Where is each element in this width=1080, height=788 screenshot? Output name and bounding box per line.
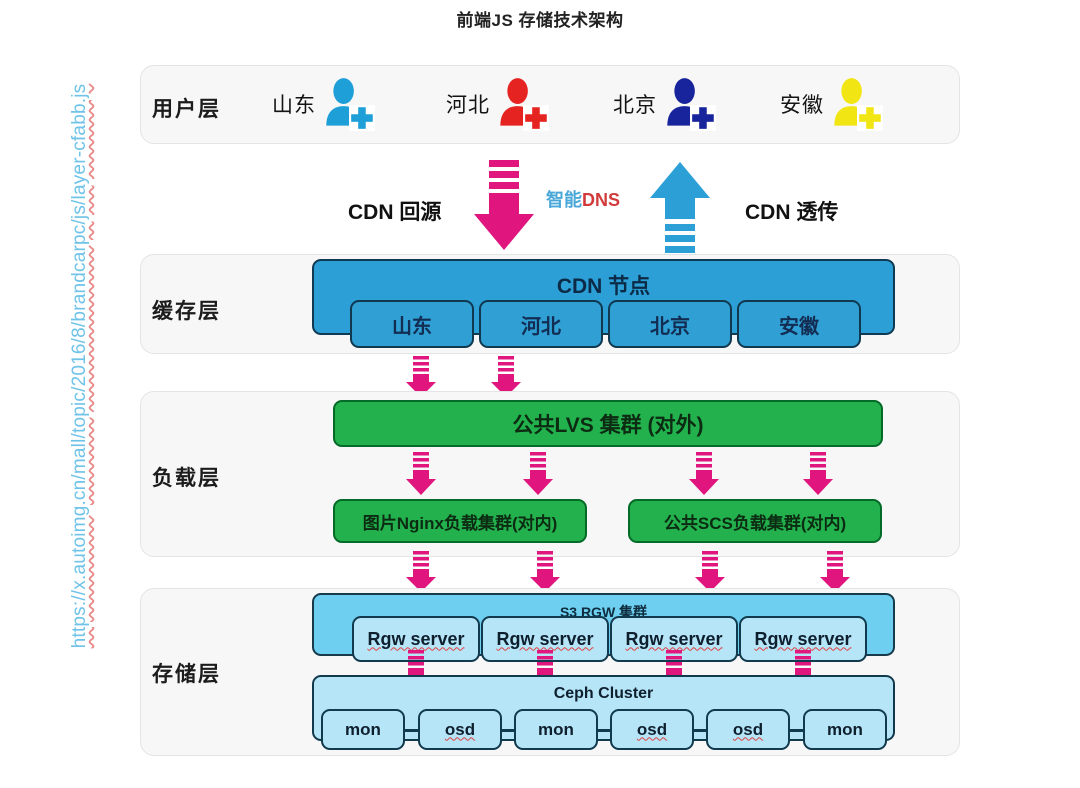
- ceph-node-label: mon: [538, 719, 574, 739]
- cdn-node-anhui[interactable]: 安徽: [737, 300, 861, 348]
- user-region-label: 北京: [613, 93, 657, 117]
- load-layer-label: 负载层: [152, 466, 221, 490]
- rgw-server-label: Rgw server: [625, 628, 723, 649]
- user-item-hebei: 河北: [446, 77, 550, 131]
- smart-dns-cn: 智能: [546, 190, 582, 210]
- flow-arrow-lvs-to-scs: [689, 452, 719, 495]
- page-title: 前端JS 存储技术架构: [456, 11, 624, 30]
- public-scs-cluster-label: 公共SCS负载集群(对内): [663, 513, 847, 533]
- diagram-canvas: 前端JS 存储技术架构 https://x.autoimg.cn/mall/to…: [0, 0, 1080, 788]
- flow-arrow-load-to-storage: [406, 551, 436, 592]
- cdn-node-sub-label: 河北: [521, 315, 561, 338]
- cdn-node-sub-label: 安徽: [779, 315, 819, 338]
- flow-arrow-lvs-to-scs: [803, 452, 833, 495]
- ceph-node-box[interactable]: osd: [706, 709, 790, 750]
- cache-layer-label: 缓存层: [152, 299, 221, 323]
- user-add-icon: [667, 78, 716, 131]
- cdn-node-sub-label: 山东: [392, 315, 432, 338]
- flow-arrow-load-to-storage: [530, 551, 560, 592]
- ceph-node-box[interactable]: osd: [418, 709, 502, 750]
- ceph-cluster-label: Ceph Cluster: [553, 685, 654, 702]
- smart-dns-en: DNS: [582, 190, 621, 210]
- rgw-server-label: Rgw server: [496, 628, 594, 649]
- watermark-url: https://x.autoimg.cn/mall/topic/2016/8/b…: [69, 83, 90, 649]
- ceph-node-box[interactable]: mon: [803, 709, 887, 750]
- public-lvs-cluster-label: 公共LVS 集群 (对外): [512, 413, 704, 437]
- cdn-node-sub-label: 北京: [650, 315, 690, 338]
- user-item-shandong: 山东: [272, 77, 376, 131]
- smart-dns-label: 智能DNS: [546, 186, 620, 212]
- public-lvs-cluster-box[interactable]: 公共LVS 集群 (对外): [333, 400, 883, 447]
- rgw-server-label: Rgw server: [367, 628, 465, 649]
- ceph-node-box[interactable]: osd: [610, 709, 694, 750]
- cdn-node-shandong[interactable]: 山东: [350, 300, 474, 348]
- up-arrow-icon: [650, 162, 710, 253]
- image-nginx-cluster-label: 图片Nginx负载集群(对内): [362, 513, 558, 533]
- ceph-node-box[interactable]: mon: [514, 709, 598, 750]
- user-add-icon: [326, 78, 375, 131]
- public-scs-cluster-box[interactable]: 公共SCS负载集群(对内): [628, 499, 882, 543]
- image-nginx-cluster-box[interactable]: 图片Nginx负载集群(对内): [333, 499, 587, 543]
- flow-arrow-load-to-storage: [695, 551, 725, 592]
- ceph-node-label: osd: [732, 719, 764, 739]
- cdn-passthrough-label: CDN 透传: [745, 201, 839, 224]
- flow-arrow-load-to-storage: [820, 551, 850, 592]
- cdn-node-label: CDN 节点: [556, 275, 651, 298]
- flow-arrow-lvs-to-nginx: [523, 452, 553, 495]
- user-region-label: 安徽: [780, 93, 824, 117]
- ceph-node-box[interactable]: mon: [321, 709, 405, 750]
- ceph-node-label: mon: [827, 719, 863, 739]
- user-add-icon: [834, 78, 883, 131]
- storage-layer-label: 存储层: [152, 662, 221, 686]
- ceph-node-label: osd: [636, 719, 668, 739]
- rgw-server-label: Rgw server: [754, 628, 852, 649]
- user-item-anhui: 安徽: [780, 77, 884, 131]
- flow-arrow-lvs-to-nginx: [406, 452, 436, 495]
- user-layer-label: 用户层: [152, 97, 221, 121]
- cdn-node-hebei[interactable]: 河北: [479, 300, 603, 348]
- user-region-label: 山东: [272, 93, 316, 117]
- cdn-backsource-label: CDN 回源: [348, 201, 442, 224]
- user-item-beijing: 北京: [613, 77, 717, 131]
- down-arrow-icon: [474, 160, 534, 250]
- user-region-label: 河北: [446, 93, 490, 117]
- user-add-icon: [500, 78, 549, 131]
- cdn-node-beijing[interactable]: 北京: [608, 300, 732, 348]
- ceph-node-label: osd: [444, 719, 476, 739]
- ceph-node-label: mon: [345, 719, 381, 739]
